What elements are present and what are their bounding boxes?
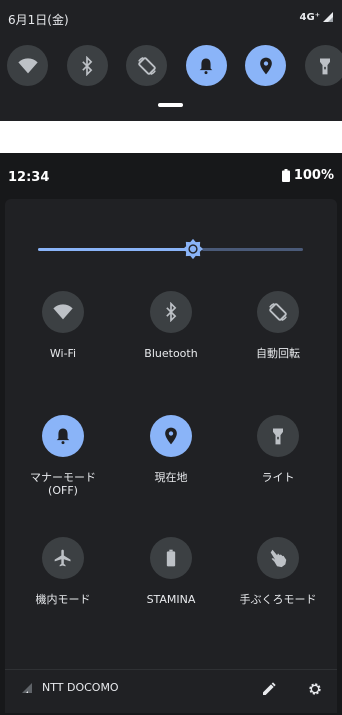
wifi-icon	[53, 304, 73, 320]
pencil-icon	[263, 682, 276, 695]
tile-glove-mode-label: 手ぶくろモード	[239, 593, 317, 606]
tile-manner-mode-button[interactable]	[42, 415, 84, 457]
tile-manner-mode-label: マナーモード (OFF)	[30, 471, 96, 497]
tile-bluetooth[interactable]: Bluetooth	[116, 291, 226, 360]
bluetooth-icon	[82, 55, 93, 76]
battery-icon	[281, 169, 290, 182]
tile-auto-rotate-label: 自動回転	[256, 347, 300, 360]
flashlight-icon	[320, 58, 331, 74]
expanded-quick-settings: 12:34 100% Wi-Fi Bluetooth 自動回転 マナーモード (…	[0, 153, 342, 715]
battery-percent: 100%	[293, 168, 334, 183]
tile-location[interactable]: 現在地	[116, 415, 226, 484]
tile-airplane-mode-button[interactable]	[42, 537, 84, 579]
location-icon	[260, 57, 272, 74]
status-icons: 4G⁺	[300, 11, 334, 23]
drag-handle[interactable]	[158, 103, 183, 107]
tile-location-button[interactable]	[150, 415, 192, 457]
tile-auto-rotate[interactable]: 自動回転	[223, 291, 333, 360]
collapsed-tile-flashlight[interactable]	[304, 45, 342, 86]
tile-manner-mode[interactable]: マナーモード (OFF)	[8, 415, 118, 497]
signal-icon	[22, 683, 32, 693]
auto-rotate-icon	[137, 56, 156, 75]
location-icon	[165, 427, 177, 445]
brightness-track-filled[interactable]	[38, 248, 194, 251]
status-time: 12:34	[8, 170, 50, 185]
tile-bluetooth-label: Bluetooth	[144, 347, 198, 360]
quick-settings-footer: NTT DOCOMO	[5, 669, 337, 713]
tile-flashlight[interactable]: ライト	[223, 415, 333, 484]
brightness-track-empty[interactable]	[202, 248, 303, 251]
tile-location-label: 現在地	[154, 471, 188, 484]
carrier-name: NTT DOCOMO	[42, 681, 119, 694]
network-type: 4G⁺	[299, 11, 320, 23]
collapsed-tile-auto-rotate[interactable]	[126, 45, 168, 86]
tile-stamina-button[interactable]	[150, 537, 192, 579]
flashlight-icon	[273, 428, 283, 445]
status-date: 6月1日(金)	[8, 13, 69, 27]
glove-icon	[270, 549, 287, 568]
tile-bluetooth-button[interactable]	[150, 291, 192, 333]
collapsed-quick-settings: 6月1日(金) 4G⁺	[0, 0, 342, 121]
signal-icon	[323, 12, 333, 22]
bell-icon	[56, 428, 70, 445]
bluetooth-icon	[166, 302, 177, 322]
tile-airplane-mode[interactable]: 機内モード	[8, 537, 118, 606]
tile-auto-rotate-button[interactable]	[257, 291, 299, 333]
collapsed-tile-location[interactable]	[245, 45, 287, 86]
tile-flashlight-label: ライト	[261, 471, 295, 484]
bell-icon	[200, 58, 213, 74]
battery-icon	[166, 549, 176, 567]
tile-wifi[interactable]: Wi-Fi	[8, 291, 118, 360]
quick-settings-card: Wi-Fi Bluetooth 自動回転 マナーモード (OFF) 現在地 ライ…	[5, 199, 337, 713]
tile-glove-mode[interactable]: 手ぶくろモード	[223, 537, 333, 606]
tile-stamina-label: STAMINA	[146, 593, 196, 606]
collapsed-tile-wifi[interactable]	[7, 45, 48, 86]
tile-flashlight-button[interactable]	[257, 415, 299, 457]
collapsed-tile-manner-mode[interactable]	[185, 45, 227, 86]
collapsed-tile-row	[7, 45, 342, 86]
auto-rotate-icon	[269, 303, 287, 321]
battery-status: 100%	[281, 168, 334, 183]
tile-stamina[interactable]: STAMINA	[116, 537, 226, 606]
tile-wifi-button[interactable]	[42, 291, 84, 333]
edit-button[interactable]	[259, 679, 279, 699]
tile-wifi-label: Wi-Fi	[49, 347, 77, 360]
collapsed-tile-bluetooth[interactable]	[66, 45, 108, 86]
settings-button[interactable]	[305, 679, 325, 699]
gear-icon	[309, 683, 321, 695]
tile-airplane-mode-label: 機内モード	[35, 593, 91, 606]
airplane-icon	[54, 549, 71, 567]
wifi-icon	[17, 57, 38, 73]
brightness-thumb[interactable]	[182, 238, 204, 260]
tile-glove-mode-button[interactable]	[257, 537, 299, 579]
